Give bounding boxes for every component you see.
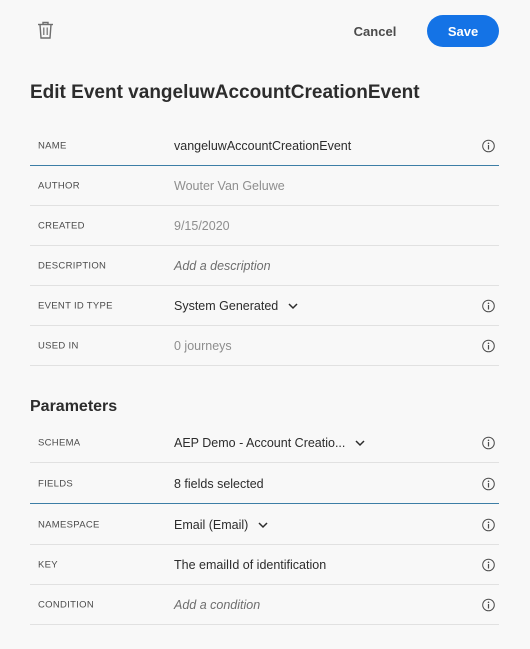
info-icon[interactable] <box>482 139 495 152</box>
condition-field-row[interactable]: CONDITION Add a condition <box>30 585 499 625</box>
namespace-value: Email (Email) <box>174 517 249 532</box>
author-value: Wouter Van Geluwe <box>174 178 285 193</box>
description-input[interactable]: Add a description <box>174 259 271 273</box>
schema-field-row[interactable]: SCHEMA AEP Demo - Account Creatio... <box>30 423 499 463</box>
info-icon[interactable] <box>482 436 495 449</box>
schema-value: AEP Demo - Account Creatio... <box>174 435 346 450</box>
save-button[interactable]: Save <box>427 15 499 47</box>
created-label: CREATED <box>38 220 85 231</box>
info-icon[interactable] <box>482 558 495 571</box>
event-id-type-field-row[interactable]: EVENT ID TYPE System Generated <box>30 286 499 326</box>
info-icon[interactable] <box>482 598 495 611</box>
chevron-down-icon[interactable] <box>353 438 367 448</box>
namespace-label: NAMESPACE <box>38 519 100 530</box>
name-label: NAME <box>38 140 67 151</box>
parameters-heading: Parameters <box>30 398 118 415</box>
chevron-down-icon[interactable] <box>256 520 270 530</box>
description-label: DESCRIPTION <box>38 260 107 271</box>
fields-field-row[interactable]: FIELDS 8 fields selected <box>30 464 499 504</box>
name-field-row[interactable]: NAME vangeluwAccountCreationEvent <box>30 126 499 166</box>
used-in-label: USED IN <box>38 340 79 351</box>
fields-selector[interactable]: 8 fields selected <box>174 477 264 491</box>
key-field-row[interactable]: KEY The emailId of identification <box>30 545 499 585</box>
info-icon[interactable] <box>482 477 495 490</box>
cancel-button[interactable]: Cancel <box>346 16 404 47</box>
author-field-row: AUTHOR Wouter Van Geluwe <box>30 166 499 206</box>
chevron-down-icon[interactable] <box>286 301 300 311</box>
info-icon[interactable] <box>482 518 495 531</box>
info-icon[interactable] <box>482 299 495 312</box>
fields-label: FIELDS <box>38 478 74 489</box>
used-in-field-row: USED IN 0 journeys <box>30 326 499 366</box>
info-icon[interactable] <box>482 339 495 352</box>
used-in-value: 0 journeys <box>174 338 232 353</box>
schema-label: SCHEMA <box>38 437 81 448</box>
name-input[interactable]: vangeluwAccountCreationEvent <box>174 139 351 153</box>
key-label: KEY <box>38 559 58 570</box>
description-field-row[interactable]: DESCRIPTION Add a description <box>30 246 499 286</box>
toolbar: Cancel Save <box>0 0 530 62</box>
namespace-field-row[interactable]: NAMESPACE Email (Email) <box>30 505 499 545</box>
event-id-type-value: System Generated <box>174 298 279 313</box>
namespace-dropdown[interactable]: Email (Email) <box>174 518 270 532</box>
condition-input[interactable]: Add a condition <box>174 598 260 612</box>
event-id-type-label: EVENT ID TYPE <box>38 300 113 311</box>
author-label: AUTHOR <box>38 180 80 191</box>
condition-label: CONDITION <box>38 599 95 610</box>
created-value: 9/15/2020 <box>174 218 230 233</box>
trash-icon[interactable] <box>37 21 54 39</box>
created-field-row: CREATED 9/15/2020 <box>30 206 499 246</box>
key-value[interactable]: The emailId of identification <box>174 558 326 572</box>
schema-dropdown[interactable]: AEP Demo - Account Creatio... <box>174 436 367 450</box>
page-title: Edit Event vangeluwAccountCreationEvent <box>30 82 420 103</box>
event-id-type-dropdown[interactable]: System Generated <box>174 299 300 313</box>
